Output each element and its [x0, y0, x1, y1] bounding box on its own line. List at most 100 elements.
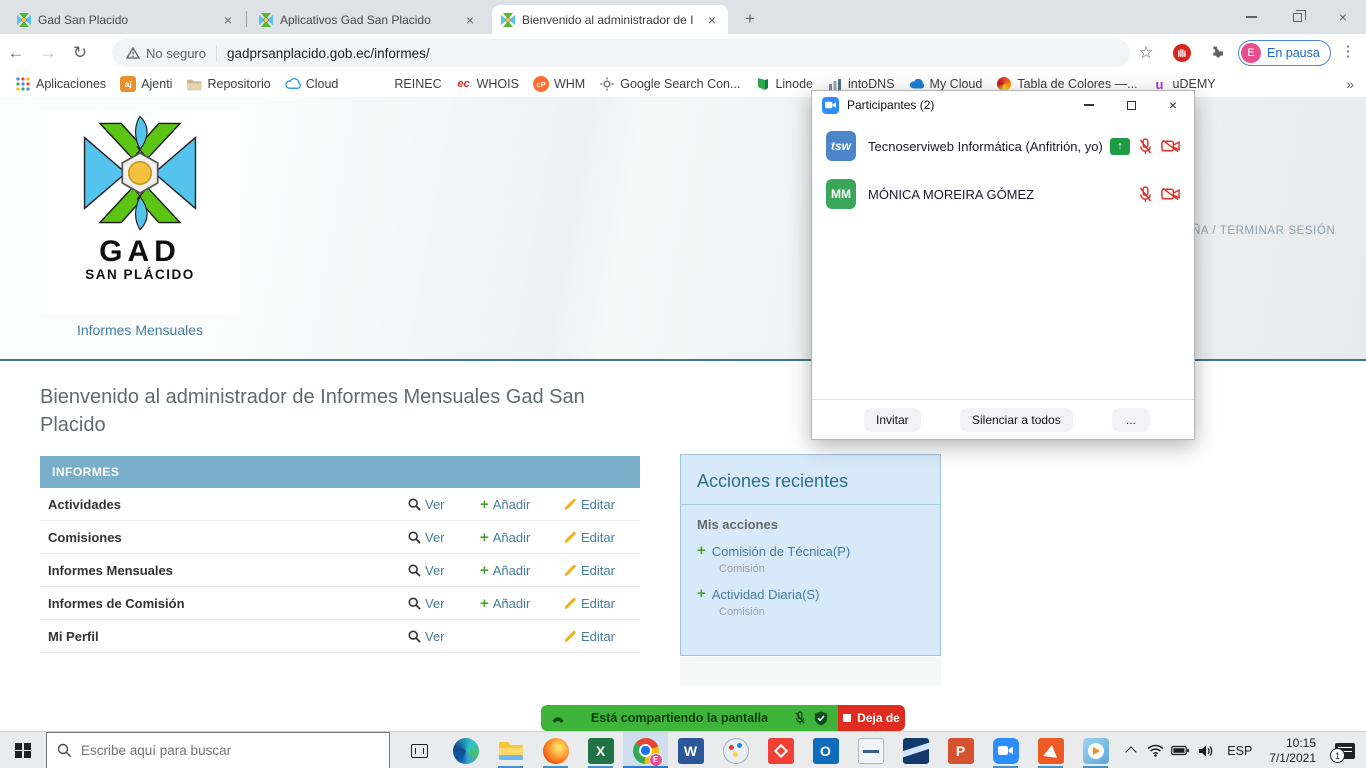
bookmark-linode[interactable]: Linode: [747, 73, 820, 95]
bookmark-star-icon[interactable]: ☆: [1136, 43, 1156, 63]
participant-row[interactable]: tsw Tecnoserviweb Informática (Anfitrión…: [812, 125, 1194, 167]
bookmark-ajenti[interactable]: aj Ajenti: [113, 73, 179, 95]
taskbar-app-anydesk[interactable]: [758, 732, 803, 768]
tab-bienvenido-active[interactable]: Bienvenido al administrador de I ×: [492, 5, 728, 34]
tab-aplicativos[interactable]: Aplicativos Gad San Placido ×: [250, 5, 486, 34]
panel-maximize-button[interactable]: [1110, 91, 1152, 119]
editar-link[interactable]: Editar: [564, 563, 640, 578]
more-options-button[interactable]: ...: [1112, 408, 1150, 432]
bookmark-reinec[interactable]: REINEC: [387, 73, 448, 95]
volume-indicator[interactable]: [1193, 732, 1218, 768]
taskbar-app-file-explorer[interactable]: [488, 732, 533, 768]
anadir-link[interactable]: +Añadir: [480, 596, 564, 611]
url-omnibox[interactable]: No seguro gadprsanplacido.gob.ec/informe…: [112, 39, 1130, 67]
taskbar-search[interactable]: [46, 732, 390, 768]
row-name[interactable]: Comisiones: [48, 530, 408, 545]
taskbar-app-firefox[interactable]: [533, 732, 578, 768]
extensions-icon[interactable]: [1206, 43, 1226, 63]
recent-action-item[interactable]: + Comisión de Técnica(P): [697, 544, 924, 559]
ver-link[interactable]: Ver: [408, 497, 480, 512]
window-minimize-button[interactable]: [1228, 0, 1274, 34]
start-button[interactable]: [0, 732, 46, 768]
tab-title: Aplicativos Gad San Placido: [280, 13, 456, 27]
zoom-panel-titlebar[interactable]: Participantes (2) ×: [812, 91, 1194, 119]
bookmark-repositorio[interactable]: Repositorio: [179, 73, 277, 95]
task-view-button[interactable]: [398, 732, 440, 768]
recent-action-link[interactable]: Actividad Diaria(S): [712, 587, 820, 602]
taskbar-app-word[interactable]: W: [668, 732, 713, 768]
row-name[interactable]: Mi Perfil: [48, 629, 408, 644]
search-input[interactable]: [81, 743, 379, 758]
anadir-label: Añadir: [493, 563, 531, 578]
recent-action-link[interactable]: Comisión de Técnica(P): [712, 544, 850, 559]
editar-link[interactable]: Editar: [564, 530, 640, 545]
recent-action-item[interactable]: + Actividad Diaria(S): [697, 587, 924, 602]
editar-link[interactable]: Editar: [564, 596, 640, 611]
taskbar-app-scanner[interactable]: [848, 732, 893, 768]
browser-menu-button[interactable]: ⋮: [1338, 42, 1358, 60]
editar-link[interactable]: Editar: [564, 629, 640, 644]
user-tools-links[interactable]: ÑA / TERMINAR SESIÓN: [1192, 225, 1335, 237]
anadir-link[interactable]: +Añadir: [480, 530, 564, 545]
taskbar-app-media-player[interactable]: [1073, 732, 1118, 768]
bookmark-google-search-console[interactable]: Google Search Con...: [592, 73, 747, 95]
tab-close-icon[interactable]: ×: [704, 12, 720, 28]
profile-status-label: En pausa: [1267, 46, 1320, 60]
row-name[interactable]: Informes de Comisión: [48, 596, 408, 611]
window-close-button[interactable]: ×: [1320, 0, 1366, 34]
taskbar-app-excel[interactable]: X: [578, 732, 623, 768]
taskbar-clock[interactable]: 10:15 7/1/2021: [1261, 736, 1324, 766]
editar-link[interactable]: Editar: [564, 497, 640, 512]
taskbar-app-chrome[interactable]: E: [623, 732, 668, 768]
ver-link[interactable]: Ver: [408, 530, 480, 545]
ver-link[interactable]: Ver: [408, 629, 480, 644]
taskbar-app-nitro-pdf[interactable]: [1028, 732, 1073, 768]
site-name-link[interactable]: Informes Mensuales: [40, 322, 240, 338]
taskbar-app-paint[interactable]: [713, 732, 758, 768]
forward-button[interactable]: →: [32, 43, 64, 63]
mute-all-button[interactable]: Silenciar a todos: [960, 408, 1073, 432]
tab-close-icon[interactable]: ×: [220, 12, 236, 28]
anadir-link[interactable]: +Añadir: [480, 497, 564, 512]
pencil-icon: [564, 630, 577, 643]
module-caption[interactable]: INFORMES: [40, 456, 640, 488]
back-button[interactable]: ←: [0, 43, 32, 63]
stop-share-button[interactable]: Deja de: [838, 705, 905, 731]
invite-button[interactable]: Invitar: [864, 408, 921, 432]
ver-link[interactable]: Ver: [408, 563, 480, 578]
logo-title: GAD: [40, 237, 240, 267]
taskbar-app-zoom[interactable]: [983, 732, 1028, 768]
row-name[interactable]: Informes Mensuales: [48, 563, 408, 578]
taskbar-app-powerpoint[interactable]: P: [938, 732, 983, 768]
panel-close-button[interactable]: ×: [1152, 91, 1194, 119]
action-center-button[interactable]: 1: [1324, 732, 1366, 768]
taskbar-app-outlook[interactable]: O: [803, 732, 848, 768]
tray-expand-button[interactable]: [1118, 732, 1143, 768]
windows-taskbar: X E W O P: [0, 731, 1366, 768]
bookmark-cloud[interactable]: Cloud: [278, 73, 346, 95]
participant-row[interactable]: MM MÓNICA MOREIRA GÓMEZ: [812, 173, 1194, 215]
security-warning[interactable]: No seguro: [126, 46, 206, 61]
ver-label: Ver: [425, 530, 445, 545]
row-name[interactable]: Actividades: [48, 497, 408, 512]
wifi-indicator[interactable]: [1143, 732, 1168, 768]
panel-minimize-button[interactable]: [1068, 91, 1110, 119]
adblock-extension-icon[interactable]: [1172, 43, 1192, 63]
anadir-link[interactable]: +Añadir: [480, 563, 564, 578]
bookmark-label: REINEC: [394, 77, 441, 91]
bookmark-whois[interactable]: ec WHOIS: [449, 73, 526, 95]
new-tab-button[interactable]: +: [738, 8, 762, 32]
taskbar-app-scan-utility[interactable]: [893, 732, 938, 768]
taskbar-app-edge[interactable]: [443, 732, 488, 768]
bookmarks-overflow-button[interactable]: »: [1346, 76, 1354, 92]
language-indicator[interactable]: ESP: [1218, 744, 1261, 758]
battery-indicator[interactable]: [1168, 732, 1193, 768]
bookmark-aplicaciones[interactable]: Aplicaciones: [8, 73, 113, 95]
bookmark-whm[interactable]: cP WHM: [526, 73, 592, 95]
tab-gad-san-placido[interactable]: Gad San Placido ×: [8, 5, 244, 34]
tab-close-icon[interactable]: ×: [462, 12, 478, 28]
profile-sync-button[interactable]: E En pausa: [1238, 40, 1331, 66]
reload-button[interactable]: ↻: [64, 43, 96, 63]
window-restore-button[interactable]: [1274, 0, 1320, 34]
ver-link[interactable]: Ver: [408, 596, 480, 611]
